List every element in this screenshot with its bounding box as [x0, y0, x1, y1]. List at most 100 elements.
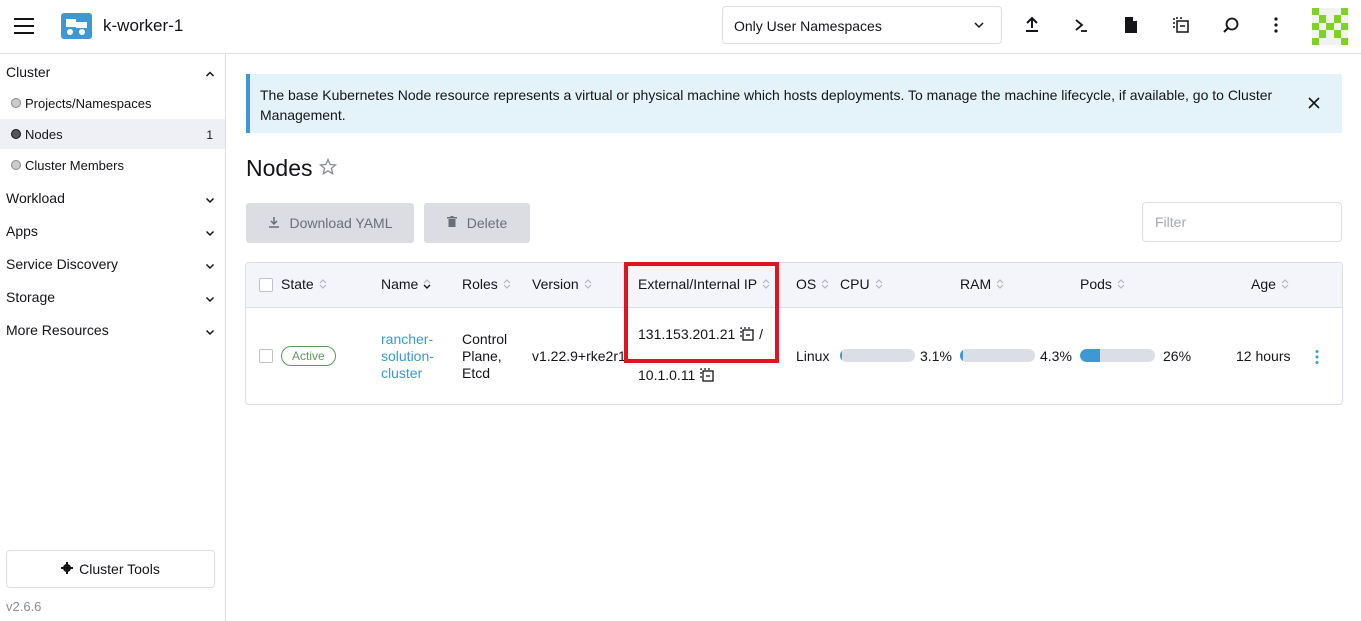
info-banner-text: The base Kubernetes Node resource repres…: [260, 87, 1273, 123]
sidebar: Cluster Projects/Namespaces Nodes 1 Clus…: [0, 54, 226, 621]
sidebar-item-nodes[interactable]: Nodes 1: [0, 119, 225, 149]
namespace-filter-select[interactable]: Only User Namespaces: [722, 6, 1002, 44]
menu-icon[interactable]: [14, 18, 34, 34]
column-label: Name: [381, 276, 419, 292]
chevron-down-icon: [205, 192, 215, 208]
sort-icon: [423, 279, 431, 289]
nav-group-workload[interactable]: Workload: [0, 182, 225, 212]
sort-icon: [584, 279, 592, 289]
nav-group-cluster[interactable]: Cluster: [0, 56, 225, 86]
search-icon[interactable]: [1220, 14, 1242, 36]
internal-ip: 10.1.0.11: [638, 367, 715, 386]
column-header-cpu[interactable]: CPU: [840, 276, 883, 292]
filter-input[interactable]: [1142, 202, 1342, 242]
node-version: v1.22.9+rke2r1: [532, 348, 626, 364]
pods-usage-fill: [1080, 349, 1100, 362]
chevron-down-icon: [205, 258, 215, 274]
info-banner: The base Kubernetes Node resource repres…: [246, 74, 1342, 133]
node-os: Linux: [796, 348, 830, 364]
globe-icon: [11, 129, 21, 139]
nav-group-label: Cluster: [6, 64, 51, 80]
column-header-os[interactable]: OS: [796, 276, 829, 292]
download-yaml-button[interactable]: Download YAML: [246, 203, 414, 243]
node-name-line: solution-: [381, 348, 434, 364]
internal-ip-value: 10.1.0.11: [638, 367, 696, 383]
column-header-version[interactable]: Version: [532, 276, 592, 292]
kubectl-shell-icon[interactable]: [1070, 14, 1092, 36]
column-header-roles[interactable]: Roles: [462, 276, 511, 292]
app-version: v2.6.6: [6, 599, 42, 614]
cpu-usage-fill: [840, 349, 843, 362]
sort-icon: [319, 279, 327, 289]
delete-button[interactable]: Delete: [424, 203, 530, 243]
select-all-checkbox[interactable]: [259, 278, 273, 292]
nav-group-label: Service Discovery: [6, 256, 119, 272]
nodes-table: State Name Roles Version External/Intern…: [245, 262, 1343, 405]
cpu-usage-bar: [840, 349, 915, 362]
chevron-down-icon: [205, 291, 215, 307]
sidebar-item-label: Projects/Namespaces: [25, 96, 152, 111]
copy-kubeconfig-icon[interactable]: [1170, 14, 1192, 36]
highlight-box: [624, 262, 779, 363]
column-header-state[interactable]: State: [281, 276, 327, 292]
status-badge: Active: [281, 346, 336, 366]
favorite-star-icon[interactable]: [318, 157, 338, 179]
file-icon[interactable]: [1120, 14, 1142, 36]
close-icon[interactable]: [1308, 96, 1320, 112]
sidebar-item-projects-namespaces[interactable]: Projects/Namespaces: [0, 88, 225, 118]
row-checkbox[interactable]: [259, 349, 273, 363]
download-icon: [268, 215, 280, 231]
sort-icon: [821, 279, 829, 289]
more-vertical-icon[interactable]: [1265, 14, 1287, 36]
column-label: RAM: [960, 276, 992, 292]
chevron-down-icon: [205, 324, 215, 340]
column-label: Pods: [1080, 276, 1112, 292]
column-label: Roles: [462, 276, 498, 292]
globe-icon: [11, 160, 21, 170]
user-avatar[interactable]: [1312, 8, 1348, 45]
ram-usage-bar: [960, 349, 1035, 362]
ram-usage-value: 4.3%: [1040, 348, 1072, 364]
chevron-up-icon: [205, 66, 215, 82]
sidebar-item-cluster-members[interactable]: Cluster Members: [0, 150, 225, 180]
sidebar-item-label: Cluster Members: [25, 158, 124, 173]
upload-icon[interactable]: [1021, 14, 1043, 36]
globe-icon: [11, 98, 21, 108]
nav-group-label: Apps: [6, 223, 38, 239]
nav-group-service-discovery[interactable]: Service Discovery: [0, 248, 225, 278]
sort-icon: [996, 279, 1004, 289]
nav-group-label: Workload: [6, 190, 65, 206]
row-actions-icon[interactable]: [1314, 349, 1320, 368]
cluster-name: k-worker-1: [103, 16, 184, 35]
table-header: State Name Roles Version External/Intern…: [246, 263, 1342, 308]
column-header-pods[interactable]: Pods: [1080, 276, 1125, 292]
nav-group-label: More Resources: [6, 322, 109, 338]
nav-group-apps[interactable]: Apps: [0, 215, 225, 245]
node-name-line: rancher-: [381, 331, 434, 347]
column-header-name[interactable]: Name: [381, 276, 431, 292]
column-label: Age: [1251, 276, 1276, 292]
ram-usage-fill: [960, 349, 964, 362]
trash-icon: [446, 215, 457, 231]
copy-icon[interactable]: [699, 367, 715, 386]
column-header-age[interactable]: Age: [1251, 276, 1289, 292]
cpu-usage-value: 3.1%: [920, 348, 952, 364]
pods-usage-bar: [1080, 349, 1155, 362]
nav-group-more-resources[interactable]: More Resources: [0, 314, 225, 344]
node-name-link[interactable]: rancher- solution- cluster: [381, 331, 434, 382]
column-header-ram[interactable]: RAM: [960, 276, 1004, 292]
node-roles-line: Plane,: [462, 348, 502, 364]
download-yaml-label: Download YAML: [289, 215, 393, 231]
pods-usage-value: 26%: [1163, 348, 1192, 364]
column-label: Version: [532, 276, 579, 292]
nav-group-storage[interactable]: Storage: [0, 281, 225, 311]
cluster-tools-button[interactable]: Cluster Tools: [6, 550, 215, 588]
sidebar-item-count: 1: [206, 128, 213, 142]
page-title: Nodes: [246, 155, 313, 181]
chevron-down-icon: [205, 225, 215, 241]
node-roles: Control Plane, Etcd: [462, 331, 507, 382]
top-header: k-worker-1 Only User Namespaces: [0, 0, 1361, 54]
namespace-filter-value: Only User Namespaces: [734, 18, 882, 34]
column-label: CPU: [840, 276, 870, 292]
column-label: State: [281, 276, 314, 292]
